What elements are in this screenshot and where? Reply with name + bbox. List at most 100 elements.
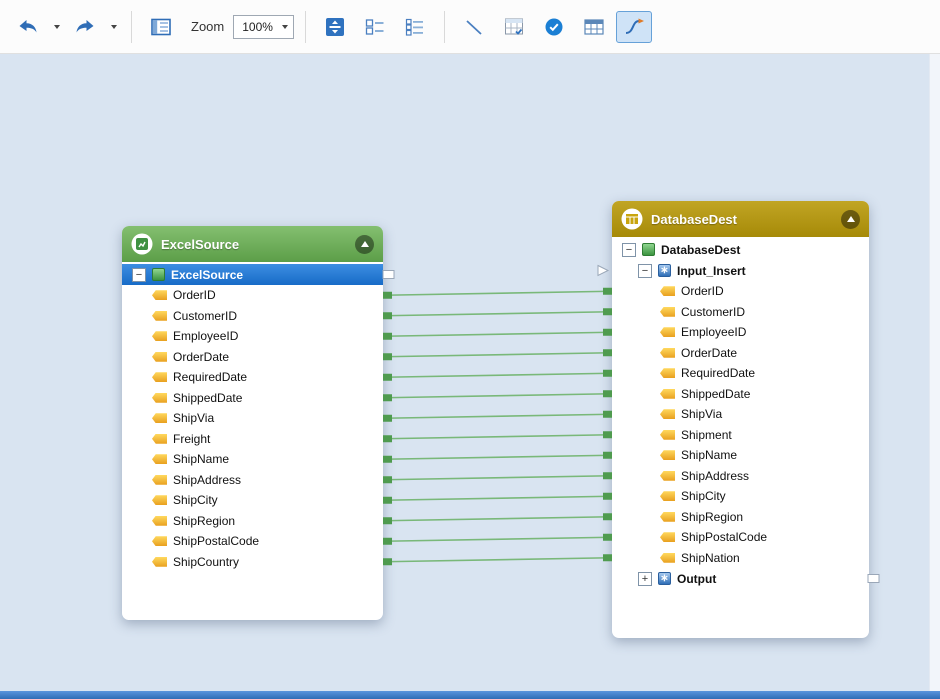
toolbar-separator: [444, 11, 445, 43]
dest-field-row[interactable]: CustomerID: [612, 302, 869, 323]
redo-button[interactable]: [67, 11, 103, 43]
column-icon: [660, 491, 675, 501]
dest-input-label: Input_Insert: [677, 264, 746, 278]
mapping-line[interactable]: [384, 291, 611, 295]
column-name: ShippedDate: [681, 387, 750, 401]
dest-field-row[interactable]: Shipment: [612, 425, 869, 446]
expander-icon[interactable]: [638, 572, 652, 586]
dest-root-row[interactable]: DatabaseDest: [612, 239, 869, 260]
expander-icon[interactable]: [132, 268, 146, 282]
validate-button[interactable]: [536, 11, 572, 43]
mapping-line[interactable]: [384, 332, 611, 336]
dest-field-row[interactable]: ShipVia: [612, 404, 869, 425]
mapping-endpoint: [603, 411, 612, 418]
toolbar-separator: [131, 11, 132, 43]
source-field-row[interactable]: ShipRegion: [122, 511, 383, 532]
dest-field-row[interactable]: ShipNation: [612, 548, 869, 569]
column-icon: [152, 372, 167, 382]
list-layout-button[interactable]: [397, 11, 433, 43]
source-field-row[interactable]: Freight: [122, 429, 383, 450]
expander-icon[interactable]: [622, 243, 636, 257]
design-canvas[interactable]: ExcelSource ExcelSource OrderIDCustomerI…: [0, 54, 940, 691]
column-icon: [660, 471, 675, 481]
expander-icon[interactable]: [638, 264, 652, 278]
dest-field-row[interactable]: ShipRegion: [612, 507, 869, 528]
dest-input-row[interactable]: Input_Insert: [612, 260, 869, 281]
source-field-row[interactable]: OrderDate: [122, 347, 383, 368]
dest-node[interactable]: DatabaseDest DatabaseDest Input_Insert O…: [612, 201, 869, 638]
mapping-line[interactable]: [384, 455, 611, 459]
source-node-body: ExcelSource OrderIDCustomerIDEmployeeIDO…: [122, 262, 383, 572]
dest-output-row[interactable]: Output: [612, 568, 869, 589]
source-field-row[interactable]: ShipVia: [122, 408, 383, 429]
mapping-line[interactable]: [384, 435, 611, 439]
chevron-down-icon: [111, 25, 117, 29]
source-field-row[interactable]: RequiredDate: [122, 367, 383, 388]
column-icon: [660, 348, 675, 358]
source-field-row[interactable]: ShipPostalCode: [122, 531, 383, 552]
mapping-line[interactable]: [384, 537, 611, 541]
mapping-line[interactable]: [384, 353, 611, 357]
source-field-row[interactable]: OrderID: [122, 285, 383, 306]
mapping-line[interactable]: [384, 496, 611, 500]
redo-dropdown[interactable]: [107, 12, 120, 42]
source-field-row[interactable]: ShipCountry: [122, 552, 383, 573]
fit-height-button[interactable]: [317, 11, 353, 43]
source-field-row[interactable]: ShippedDate: [122, 388, 383, 409]
mapping-endpoint: [383, 517, 392, 524]
source-node[interactable]: ExcelSource ExcelSource OrderIDCustomerI…: [122, 226, 383, 620]
dest-field-row[interactable]: ShipPostalCode: [612, 527, 869, 548]
source-field-row[interactable]: CustomerID: [122, 306, 383, 327]
source-field-row[interactable]: EmployeeID: [122, 326, 383, 347]
table-view-icon: [584, 18, 604, 36]
dest-input-arrow[interactable]: [598, 266, 608, 276]
dest-field-row[interactable]: EmployeeID: [612, 322, 869, 343]
dest-field-row[interactable]: OrderDate: [612, 343, 869, 364]
column-name: ShipCity: [681, 489, 726, 503]
source-component-icon: [152, 268, 165, 281]
source-field-row[interactable]: ShipAddress: [122, 470, 383, 491]
auto-connect-button[interactable]: [616, 11, 652, 43]
data-grid-button[interactable]: [496, 11, 532, 43]
column-icon: [152, 557, 167, 567]
mapping-endpoint: [383, 333, 392, 340]
dest-field-row[interactable]: ShipName: [612, 445, 869, 466]
zoom-combobox[interactable]: 100%: [233, 15, 294, 39]
link-tool-button[interactable]: [456, 11, 492, 43]
column-name: ShipAddress: [681, 469, 749, 483]
mapping-line[interactable]: [384, 373, 611, 377]
column-name: ShippedDate: [173, 391, 242, 405]
mapping-endpoint: [383, 374, 392, 381]
mapping-line[interactable]: [384, 558, 611, 562]
mapping-line[interactable]: [384, 394, 611, 398]
dest-field-row[interactable]: OrderID: [612, 281, 869, 302]
column-name: ShipAddress: [173, 473, 241, 487]
mapping-line[interactable]: [384, 476, 611, 480]
dest-field-row[interactable]: ShipCity: [612, 486, 869, 507]
collapse-button[interactable]: [355, 235, 374, 254]
source-output-connector[interactable]: [383, 271, 394, 279]
vertical-scrollbar[interactable]: [929, 54, 940, 691]
table-view-button[interactable]: [576, 11, 612, 43]
source-field-row[interactable]: ShipName: [122, 449, 383, 470]
mapping-line[interactable]: [384, 312, 611, 316]
mapping-line[interactable]: [384, 414, 611, 418]
dest-field-row[interactable]: RequiredDate: [612, 363, 869, 384]
collapse-button[interactable]: [841, 210, 860, 229]
dest-output-connector[interactable]: [868, 575, 879, 583]
mapping-line[interactable]: [384, 517, 611, 521]
undo-button[interactable]: [10, 11, 46, 43]
chevron-down-icon: [282, 25, 288, 29]
undo-dropdown[interactable]: [50, 12, 63, 42]
dest-field-row[interactable]: ShippedDate: [612, 384, 869, 405]
column-icon: [660, 409, 675, 419]
layout-panel-button[interactable]: [143, 11, 179, 43]
source-root-row[interactable]: ExcelSource: [122, 264, 383, 285]
column-icon: [152, 434, 167, 444]
app-window: Zoom 100%: [0, 0, 940, 698]
align-items-button[interactable]: [357, 11, 393, 43]
source-field-row[interactable]: ShipCity: [122, 490, 383, 511]
dest-node-header[interactable]: DatabaseDest: [612, 201, 869, 237]
source-node-header[interactable]: ExcelSource: [122, 226, 383, 262]
dest-field-row[interactable]: ShipAddress: [612, 466, 869, 487]
